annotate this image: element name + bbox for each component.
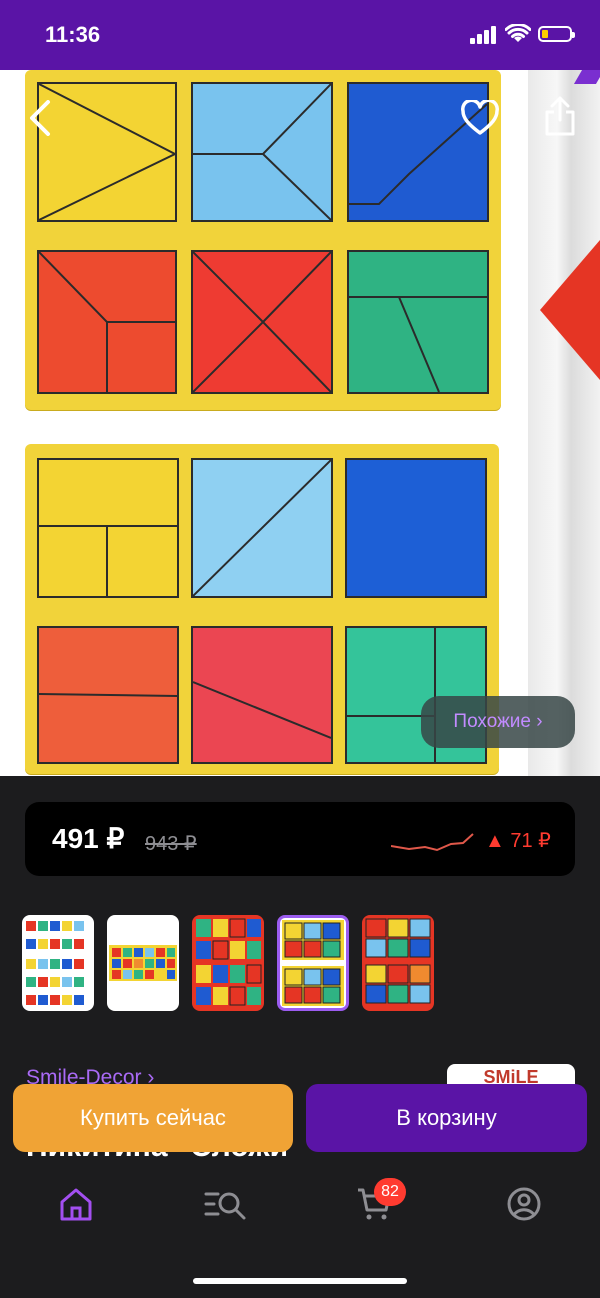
puzzle-square <box>191 458 333 598</box>
price-panel[interactable]: 491 ₽ 943 ₽ ▲ 71 ₽ <box>25 802 575 876</box>
cellular-signal-icon <box>470 26 496 44</box>
home-icon[interactable] <box>58 1186 94 1222</box>
price-change: ▲ 71 ₽ <box>485 830 551 852</box>
add-to-cart-button[interactable]: В корзину <box>306 1084 587 1152</box>
puzzle-square <box>37 250 177 394</box>
profile-icon[interactable] <box>506 1186 542 1222</box>
puzzle-square <box>37 82 177 222</box>
puzzle-square <box>191 82 333 222</box>
buy-now-button[interactable]: Купить сейчас <box>13 1084 293 1152</box>
puzzle-square <box>191 250 333 394</box>
current-price: 491 ₽ <box>52 823 125 854</box>
cart-count-badge: 82 <box>374 1178 406 1206</box>
gallery-thumbnail[interactable] <box>362 915 434 1011</box>
home-indicator <box>193 1278 407 1284</box>
gallery-thumbnail-selected[interactable] <box>277 915 349 1011</box>
price-history-sparkline <box>391 833 474 852</box>
puzzle-square <box>345 458 487 598</box>
puzzle-square <box>37 458 179 598</box>
gallery-thumbnail[interactable] <box>107 915 179 1011</box>
puzzle-tray-top <box>25 70 501 410</box>
back-icon[interactable] <box>28 100 52 136</box>
wifi-icon <box>505 24 531 42</box>
puzzle-square <box>37 626 179 764</box>
red-puzzle-piece <box>540 240 600 380</box>
wood-background <box>528 70 600 776</box>
status-bar: 11:36 <box>0 0 600 70</box>
gallery-thumbnail[interactable] <box>192 915 264 1011</box>
puzzle-square <box>347 250 489 394</box>
gallery-thumbnail[interactable] <box>22 915 94 1011</box>
favorite-heart-icon[interactable] <box>460 100 500 136</box>
share-icon[interactable] <box>543 96 577 136</box>
battery-icon <box>538 26 575 42</box>
product-image[interactable]: Похожие › <box>0 70 600 776</box>
puzzle-square <box>191 626 333 764</box>
status-time: 11:36 <box>45 22 101 47</box>
catalog-search-icon[interactable] <box>204 1186 248 1222</box>
similar-products-button[interactable]: Похожие › <box>421 696 575 748</box>
old-price: 943 ₽ <box>145 833 197 855</box>
